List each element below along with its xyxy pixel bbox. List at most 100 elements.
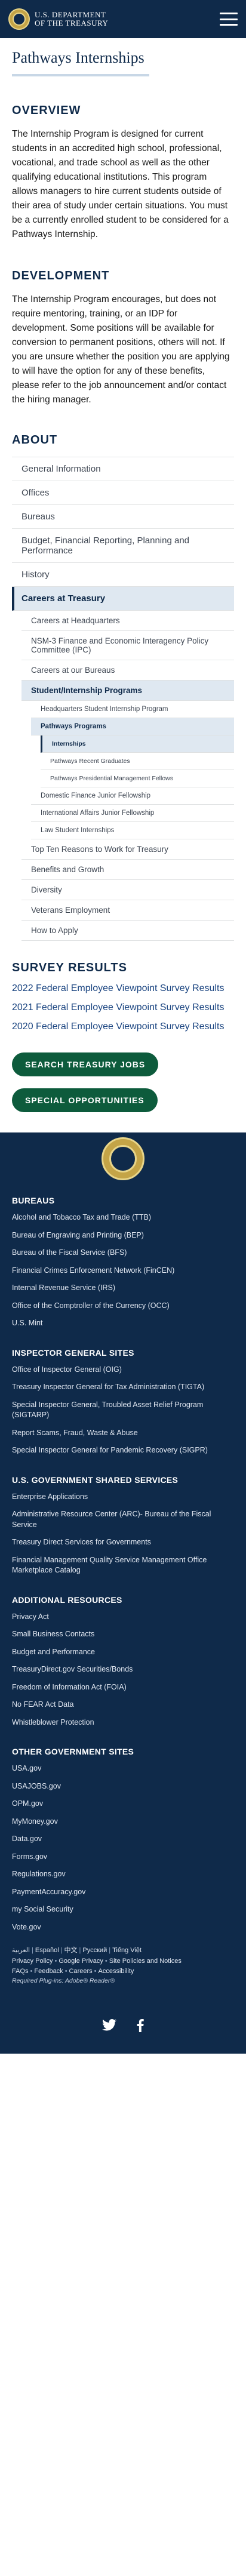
footer-link[interactable]: Freedom of Information Act (FOIA) [12,1679,234,1697]
footer-link[interactable]: U.S. Mint [12,1315,234,1332]
page-title: Pathways Internships [12,49,144,66]
nav-law-student[interactable]: Law Student Internships [31,822,234,840]
about-heading: ABOUT [12,433,58,447]
footer-link[interactable]: Internal Revenue Service (IRS) [12,1279,234,1297]
nav-hq-student-internship[interactable]: Headquarters Student Internship Program [31,701,234,719]
lang-russian[interactable]: Русский [82,1947,107,1954]
nav-careers-bureaus[interactable]: Careers at our Bureaus [21,660,234,681]
facebook-icon[interactable] [137,2019,144,2036]
footer-link[interactable]: OPM.gov [12,1795,234,1813]
footer-link[interactable]: my Social Security [12,1901,234,1919]
survey-section: SURVEY RESULTS 2022 Federal Employee Vie… [0,961,246,1032]
footer-link[interactable]: No FEAR Act Data [12,1696,234,1714]
nav-veterans[interactable]: Veterans Employment [21,900,234,921]
footer-link[interactable]: Treasury Inspector General for Tax Admin… [12,1378,234,1396]
feedback-link[interactable]: Feedback [34,1968,63,1975]
footer-link[interactable]: Alcohol and Tobacco Tax and Trade (TTB) [12,1209,234,1227]
nav-careers[interactable]: Careers at Treasury [12,587,234,611]
google-privacy-link[interactable]: Google Privacy [59,1958,103,1965]
nav-nsm3[interactable]: NSM-3 Finance and Economic Interagency P… [21,631,234,661]
hamburger-menu-icon[interactable] [220,13,238,26]
brand-logo[interactable]: U.S. DEPARTMENT OF THE TREASURY [8,8,108,30]
lang-chinese[interactable]: 中文 [64,1947,78,1954]
nav-history[interactable]: History [12,563,234,587]
privacy-policy-link[interactable]: Privacy Policy [12,1958,53,1965]
footer-link[interactable]: Special Inspector General for Pandemic R… [12,1442,234,1460]
development-section: DEVELOPMENT The Internship Program encou… [0,269,246,407]
lang-arabic[interactable]: العربية [12,1947,30,1954]
footer-link[interactable]: Treasury Direct Services for Governments [12,1534,234,1552]
nav-pmf[interactable]: Pathways Presidential Management Fellows [41,770,234,788]
footer-link[interactable]: USAJOBS.gov [12,1778,234,1796]
survey-link-2022[interactable]: 2022 Federal Employee Viewpoint Survey R… [12,983,234,994]
policy-links-2: FAQs • Feedback • Careers • Accessibility [12,1968,134,1975]
footer-link[interactable]: Forms.gov [12,1848,234,1866]
footer-link[interactable]: Data.gov [12,1830,234,1848]
nav-budget[interactable]: Budget, Financial Reporting, Planning an… [12,529,234,564]
footer-other-heading: OTHER GOVERNMENT SITES [12,1747,134,1757]
footer-additional-heading: ADDITIONAL RESOURCES [12,1595,122,1605]
footer-link[interactable]: Vote.gov [12,1919,234,1937]
nav-domestic-finance[interactable]: Domestic Finance Junior Fellowship [31,787,234,805]
nav-careers-headquarters[interactable]: Careers at Headquarters [21,611,234,632]
nav-how-to-apply[interactable]: How to Apply [21,921,234,941]
title-rule [12,74,149,76]
nav-pathways-programs[interactable]: Pathways Programs [31,718,234,736]
footer-link[interactable]: USA.gov [12,1760,234,1778]
nav-student-programs[interactable]: Student/Internship Programs [21,681,234,701]
nav-recent-graduates[interactable]: Pathways Recent Graduates [41,753,234,771]
lang-spanish[interactable]: Español [35,1947,59,1954]
footer-link[interactable]: Financial Management Quality Service Man… [12,1552,234,1580]
page-title-wrap: Pathways Internships [0,38,246,76]
language-links: العربية | Español | 中文 | Русский | Tiếng Việt [12,1947,142,1955]
nav-diversity[interactable]: Diversity [21,880,234,901]
footer-treasury-seal-icon[interactable] [102,1137,144,1181]
footer-link[interactable]: Small Business Contacts [12,1626,234,1644]
nav-offices[interactable]: Offices [12,481,234,506]
brand-line-2: OF THE TREASURY [35,19,109,27]
nav-top-ten[interactable]: Top Ten Reasons to Work for Treasury [21,839,234,860]
footer-inspector-heading: INSPECTOR GENERAL SITES [12,1347,134,1358]
footer-link[interactable]: Report Scams, Fraud, Waste & Abuse [12,1424,234,1442]
footer-inspector: INSPECTOR GENERAL SITES Office of Inspec… [0,1348,246,1460]
footer-link[interactable]: Whistleblower Protection [12,1714,234,1732]
nav-international-affairs[interactable]: International Affairs Junior Fellowship [31,805,234,823]
required-plugins: Required Plug-ins: Adobe® Reader® [12,1977,115,1985]
faqs-link[interactable]: FAQs [12,1968,29,1975]
footer-link[interactable]: Regulations.gov [12,1866,234,1883]
footer-bureaus: BUREAUS Alcohol and Tobacco Tax and Trad… [0,1196,246,1332]
nav-general-information[interactable]: General Information [12,457,234,482]
footer-link[interactable]: PaymentAccuracy.gov [12,1883,234,1901]
footer-link[interactable]: Office of the Comptroller of the Currenc… [12,1297,234,1315]
footer-link[interactable]: Office of Inspector General (OIG) [12,1361,234,1379]
footer-link[interactable]: MyMoney.gov [12,1813,234,1831]
nav-benefits[interactable]: Benefits and Growth [21,860,234,881]
footer-link[interactable]: Budget and Performance [12,1644,234,1661]
search-jobs-button[interactable]: SEARCH TREASURY JOBS [12,1052,159,1077]
footer-link[interactable]: Enterprise Applications [12,1488,234,1506]
site-policies-link[interactable]: Site Policies and Notices [109,1958,182,1965]
footer-shared-heading: U.S. GOVERNMENT SHARED SERVICES [12,1475,179,1485]
special-opportunities-button[interactable]: SPECIAL OPPORTUNITIES [12,1088,158,1113]
footer-link[interactable]: Privacy Act [12,1608,234,1626]
survey-link-2020[interactable]: 2020 Federal Employee Viewpoint Survey R… [12,1021,234,1032]
lang-vietnamese[interactable]: Tiếng Việt [112,1947,142,1954]
footer-link[interactable]: Administrative Resource Center (ARC)- Bu… [12,1506,234,1534]
footer-link[interactable]: Bureau of the Fiscal Service (BFS) [12,1244,234,1262]
footer-link[interactable]: Bureau of Engraving and Printing (BEP) [12,1227,234,1245]
accessibility-link[interactable]: Accessibility [99,1968,134,1975]
site-footer: BUREAUS Alcohol and Tobacco Tax and Trad… [0,1132,246,2054]
overview-body: The Internship Program is designed for c… [12,129,229,240]
nav-internships[interactable]: Internships [41,735,234,753]
footer-other-sites: OTHER GOVERNMENT SITES USA.gov USAJOBS.g… [0,1747,246,1936]
development-body: The Internship Program encourages, but d… [12,294,230,405]
footer-link[interactable]: Financial Crimes Enforcement Network (Fi… [12,1262,234,1280]
careers-subnav: Careers at Headquarters NSM-3 Finance an… [12,611,234,941]
nav-bureaus[interactable]: Bureaus [12,505,234,530]
footer-link[interactable]: TreasuryDirect.gov Securities/Bonds [12,1661,234,1679]
survey-link-2021[interactable]: 2021 Federal Employee Viewpoint Survey R… [12,1002,234,1013]
social-links [0,2019,246,2042]
careers-link[interactable]: Careers [69,1968,93,1975]
twitter-icon[interactable] [102,2019,116,2036]
footer-link[interactable]: Special Inspector General, Troubled Asse… [12,1396,234,1424]
